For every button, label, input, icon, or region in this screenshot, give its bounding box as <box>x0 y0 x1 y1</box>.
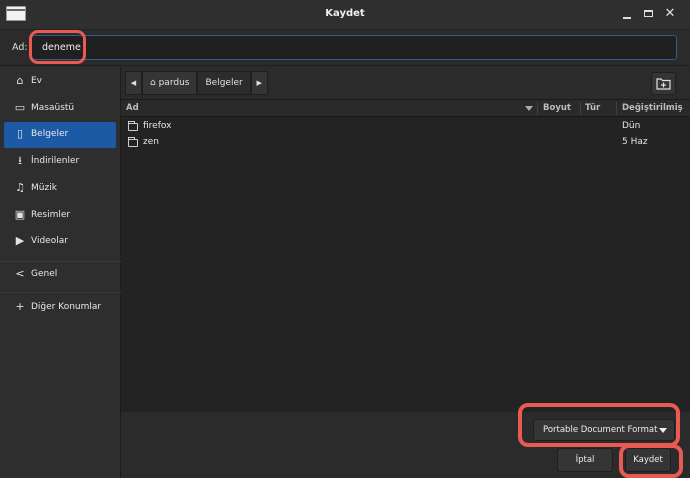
cancel-button[interactable]: İptal <box>557 448 613 472</box>
column-separator <box>580 102 581 115</box>
annotation-highlight-file-type <box>518 403 680 447</box>
sidebar-item-label: Belgeler <box>31 129 69 139</box>
title-bar: Kaydet ✕ <box>0 0 690 30</box>
sidebar-item-documents[interactable]: ▯ Belgeler <box>4 122 116 148</box>
path-bar: ◀ ⌂ pardus Belgeler ▶ <box>125 71 268 95</box>
file-row[interactable]: zen 5 Haz <box>121 135 690 151</box>
sort-descending-icon <box>525 106 533 111</box>
path-segment-label: pardus <box>158 78 190 88</box>
new-folder-button[interactable] <box>651 72 676 95</box>
column-separator <box>616 102 617 115</box>
column-header-modified[interactable]: Değiştirilmiş <box>622 100 690 117</box>
sidebar-item-desktop[interactable]: ▭ Masaüstü <box>4 96 116 122</box>
share-icon: < <box>15 267 25 280</box>
download-icon: ⭳ <box>18 154 22 167</box>
annotation-highlight-save <box>619 444 683 478</box>
folder-icon <box>128 137 138 147</box>
filename-row: Ad: <box>0 30 690 66</box>
close-button[interactable]: ✕ <box>662 6 678 22</box>
music-icon: ♫ <box>15 181 25 194</box>
document-icon: ▯ <box>16 127 24 140</box>
sidebar-item-music[interactable]: ♫ Müzik <box>4 176 116 202</box>
path-back-button[interactable]: ◀ <box>125 71 142 95</box>
sidebar-item-videos[interactable]: ▶ Videolar <box>4 229 116 255</box>
video-icon: ▶ <box>15 234 25 247</box>
file-list-header: Ad Boyut Tür Değiştirilmiş <box>121 100 690 117</box>
column-header-type[interactable]: Tür <box>585 100 615 117</box>
file-modified: Dün <box>622 121 641 131</box>
folder-icon: ▭ <box>14 101 26 114</box>
home-icon: ⌂ <box>16 74 24 87</box>
sidebar-divider <box>0 292 121 293</box>
maximize-icon <box>644 10 653 17</box>
picture-icon: ▣ <box>14 208 26 221</box>
folder-icon <box>128 121 138 131</box>
plus-icon: + <box>15 300 25 313</box>
sidebar-item-label: Genel <box>31 269 58 279</box>
path-forward-button[interactable]: ▶ <box>250 71 268 95</box>
sidebar-item-label: İndirilenler <box>31 156 80 166</box>
column-header-size[interactable]: Boyut <box>543 100 579 117</box>
sidebar-item-label: Resimler <box>31 210 71 220</box>
column-separator <box>537 102 538 115</box>
maximize-button[interactable] <box>641 6 657 22</box>
path-segment-label: Belgeler <box>205 78 243 88</box>
filename-input[interactable] <box>31 35 677 60</box>
file-modified: 5 Haz <box>622 137 648 147</box>
path-segment-documents[interactable]: Belgeler <box>197 71 251 95</box>
file-name: firefox <box>143 121 172 131</box>
filename-label: Ad: <box>12 42 28 53</box>
sidebar-item-downloads[interactable]: ⭳ İndirilenler <box>4 149 116 175</box>
file-name: zen <box>143 137 159 147</box>
places-sidebar: ⌂ Ev ▭ Masaüstü ▯ Belgeler ⭳ İndirilenle… <box>0 67 121 478</box>
sidebar-item-label: Masaüstü <box>31 103 75 113</box>
home-icon: ⌂ <box>150 78 156 88</box>
file-row[interactable]: firefox Dün <box>121 119 690 135</box>
new-folder-icon <box>656 78 671 90</box>
sidebar-item-label: Ev <box>31 76 43 86</box>
minimize-icon <box>623 17 631 19</box>
column-header-name[interactable]: Ad <box>126 100 426 117</box>
sidebar-item-pictures[interactable]: ▣ Resimler <box>4 203 116 229</box>
sidebar-item-shared[interactable]: < Genel <box>4 262 116 288</box>
sidebar-item-other-locations[interactable]: + Diğer Konumlar <box>4 295 116 321</box>
sidebar-item-label: Müzik <box>31 183 57 193</box>
path-segment-home[interactable]: ⌂ pardus <box>142 71 198 95</box>
minimize-button[interactable] <box>619 6 635 22</box>
sidebar-item-home[interactable]: ⌂ Ev <box>4 69 116 95</box>
annotation-highlight-filename <box>29 30 86 64</box>
file-list[interactable]: Ad Boyut Tür Değiştirilmiş firefox Dün z… <box>121 99 690 412</box>
sidebar-item-label: Diğer Konumlar <box>31 302 102 312</box>
sidebar-item-label: Videolar <box>31 236 68 246</box>
close-icon: ✕ <box>664 6 676 21</box>
window-title: Kaydet <box>325 8 365 19</box>
